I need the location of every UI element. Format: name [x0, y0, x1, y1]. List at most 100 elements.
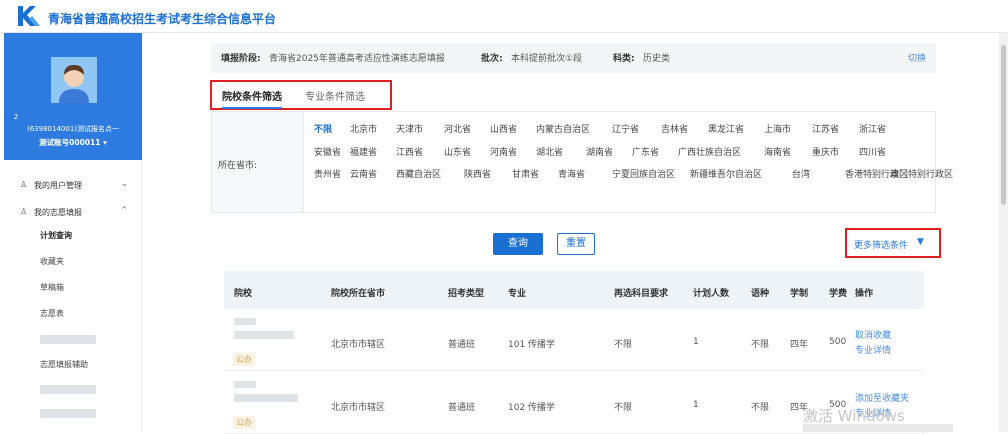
province-option[interactable]: 吉林省	[661, 122, 688, 135]
province-option[interactable]: 四川省	[859, 145, 886, 158]
province-option[interactable]: 天津市	[396, 122, 423, 135]
province-option[interactable]: 上海市	[764, 122, 791, 135]
sidebar-item-drafts[interactable]: 草稿箱	[40, 282, 64, 293]
province-option[interactable]: 河南省	[490, 145, 517, 158]
province-option[interactable]: 安徽省	[314, 145, 341, 158]
user-account-dropdown[interactable]: 测试账号000011 ▾	[4, 137, 142, 148]
province-option[interactable]: 海南省	[764, 145, 791, 158]
cell-type: 普通班	[448, 403, 476, 413]
switch-link[interactable]: 切换	[908, 51, 926, 64]
filter-label: 所在省市:	[218, 161, 258, 171]
col-type: 招考类型	[448, 289, 485, 299]
province-option[interactable]: 云南省	[350, 167, 377, 180]
cell-requirement: 不限	[614, 403, 633, 413]
province-option[interactable]: 不限	[314, 122, 332, 135]
more-filter-box: 更多筛选条件 ▼	[845, 228, 941, 258]
sidebar-item-volunteer[interactable]: ♙ 我的志愿填报 ⌃	[4, 200, 142, 224]
province-option[interactable]: 重庆市	[812, 145, 839, 158]
col-years: 学制	[790, 289, 809, 299]
blurred-menu-item	[40, 335, 96, 344]
status-badge: 公办	[233, 416, 255, 429]
page-scrollbar[interactable]	[999, 33, 1008, 432]
province-option[interactable]: 浙江省	[859, 122, 886, 135]
province-option[interactable]: 内蒙古自治区	[536, 122, 590, 135]
province-option[interactable]: 新疆维吾尔自治区	[690, 167, 762, 180]
sidebar: 2 (6398014001)测试报名点一 测试账号000011 ▾ ♙ 我的用户…	[4, 33, 142, 432]
col-college: 院校	[234, 289, 253, 299]
province-option[interactable]: 广东省	[632, 145, 659, 158]
batch-label: 批次:	[481, 54, 503, 64]
person-icon: ♙	[20, 207, 28, 216]
province-option[interactable]: 青海省	[558, 167, 585, 180]
province-option[interactable]: 黑龙江省	[708, 122, 744, 135]
sidebar-item-label: 我的志愿填报	[34, 208, 82, 217]
cell-plan-count: 1	[693, 400, 699, 410]
province-option[interactable]: 福建省	[350, 145, 377, 158]
province-option[interactable]: 湖北省	[536, 145, 563, 158]
sidebar-item-volunteer-table[interactable]: 志愿表	[40, 308, 64, 319]
province-option[interactable]: 台湾	[792, 167, 810, 180]
province-option[interactable]: 宁夏回族自治区	[612, 167, 675, 180]
platform-logo-icon	[18, 6, 40, 26]
watermark-subtext	[803, 424, 953, 432]
user-number: 2	[13, 113, 19, 121]
sidebar-item-user-management[interactable]: ♙ 我的用户管理 ⌄	[4, 173, 142, 197]
add-favorite-link[interactable]: 添加至收藏夹	[855, 391, 909, 404]
blurred-menu-item	[40, 385, 96, 394]
tab-college-filter[interactable]: 院校条件筛选	[222, 88, 282, 109]
cell-requirement: 不限	[614, 340, 633, 350]
filter-label-cell: 所在省市:	[212, 112, 304, 212]
province-option[interactable]: 江苏省	[812, 122, 839, 135]
caret-down-icon: ▼	[917, 237, 924, 247]
province-option[interactable]: 西藏自治区	[396, 167, 441, 180]
major-detail-link[interactable]: 专业详情	[855, 343, 891, 356]
province-option[interactable]: 北京市	[350, 122, 377, 135]
blurred-college-name	[234, 331, 294, 339]
blurred-college-name	[234, 318, 256, 325]
cell-years: 四年	[790, 340, 809, 350]
province-option[interactable]: 山东省	[444, 145, 471, 158]
col-requirement: 再选科目要求	[614, 289, 669, 299]
province-option[interactable]: 江西省	[396, 145, 423, 158]
sidebar-item-plan-query[interactable]: 计划查询	[40, 230, 72, 241]
blurred-college-name	[234, 381, 256, 388]
province-option[interactable]: 山西省	[490, 122, 517, 135]
chevron-up-icon: ⌃	[120, 206, 128, 216]
province-option[interactable]: 辽宁省	[612, 122, 639, 135]
province-option[interactable]: 广西壮族自治区	[678, 145, 741, 158]
cell-type: 普通班	[448, 340, 476, 350]
scrollbar-thumb[interactable]	[1001, 45, 1006, 205]
province-option[interactable]: 湖南省	[586, 145, 613, 158]
more-filter-link[interactable]: 更多筛选条件	[854, 238, 908, 251]
blurred-college-name	[234, 394, 298, 402]
col-fee: 学费	[829, 289, 848, 299]
province-option[interactable]: 河北省	[444, 122, 471, 135]
unfavorite-link[interactable]: 取消收藏	[855, 328, 891, 341]
province-option[interactable]: 贵州省	[314, 167, 341, 180]
stage-value: 青海省2025年普通高考适应性演练志愿填报	[269, 54, 445, 64]
query-button[interactable]: 查询	[493, 233, 543, 255]
subject-value: 历史类	[643, 54, 671, 64]
table-row: 公办 北京市市辖区 普通班 101 传播学 不限 1 不限 四年 500 取消收…	[224, 309, 924, 371]
col-city: 院校所在省市	[331, 289, 386, 299]
chevron-down-icon: ⌄	[120, 179, 128, 189]
cell-fee: 500	[829, 337, 847, 347]
province-option[interactable]: 陕西省	[464, 167, 491, 180]
sidebar-item-volunteer-helper[interactable]: 志愿填报辅助	[40, 359, 88, 370]
province-option[interactable]: 甘肃省	[512, 167, 539, 180]
tab-major-filter[interactable]: 专业条件筛选	[305, 88, 365, 103]
reset-button[interactable]: 重置	[557, 233, 595, 255]
col-actions: 操作	[855, 289, 874, 299]
blurred-menu-item	[40, 409, 96, 418]
province-option[interactable]: 澳门特别行政区	[890, 167, 953, 180]
province-filter: 所在省市: 不限 北京市 天津市 河北省 山西省 内蒙古自治区 辽宁省 吉林省 黑龙江省 上海市江…	[211, 111, 953, 213]
table-header: 院校 院校所在省市 招考类型 专业 再选科目要求 计划人数 语种 学制 学费 操…	[224, 271, 924, 309]
sidebar-item-favorites[interactable]: 收藏夹	[40, 256, 64, 267]
user-card: 2 (6398014001)测试报名点一 测试账号000011 ▾	[4, 33, 142, 160]
subject-label: 科类:	[613, 54, 635, 64]
col-plan-count: 计划人数	[693, 289, 730, 299]
cell-major: 101 传播学	[508, 340, 556, 350]
windows-activation-watermark: 激活 Windows	[803, 407, 905, 425]
col-language: 语种	[751, 289, 770, 299]
top-header: 青海省普通高校招生考试考生综合信息平台	[0, 0, 1008, 33]
